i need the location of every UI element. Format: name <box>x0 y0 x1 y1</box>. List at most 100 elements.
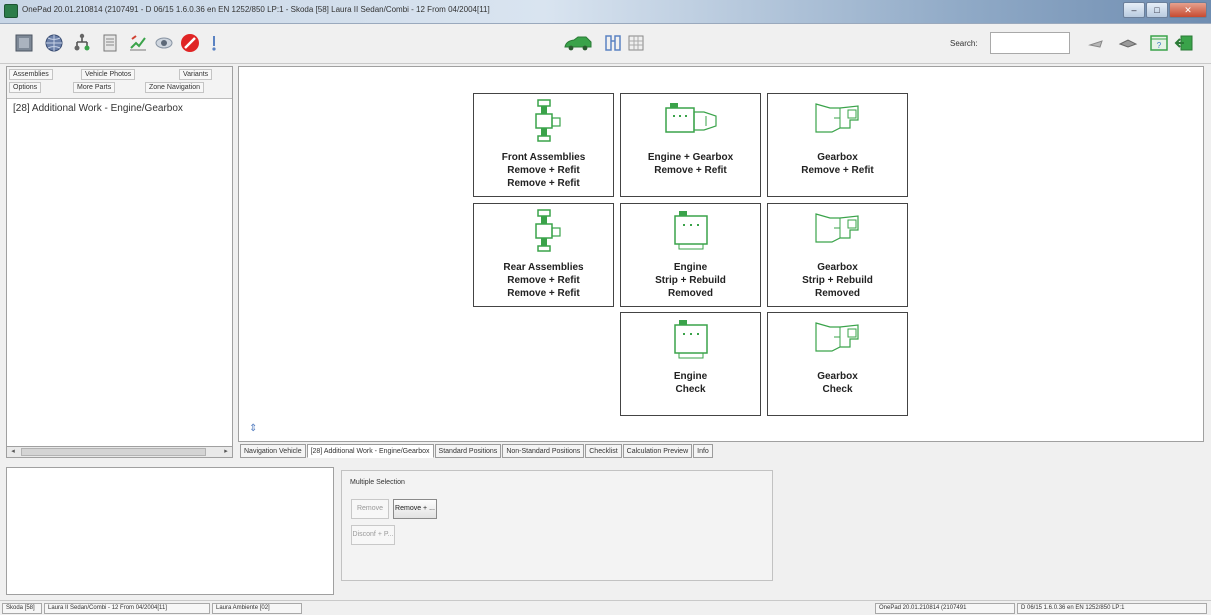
tile-label-line: Remove + Refit <box>507 178 580 189</box>
multiple-selection-label: Multiple Selection <box>350 479 405 486</box>
bottom-tab[interactable]: Standard Positions <box>434 444 502 458</box>
close-button[interactable]: ✕ <box>1169 2 1207 18</box>
tab-more-parts[interactable]: More Parts <box>73 82 116 93</box>
tile-label-line: Remove + Refit <box>507 275 580 286</box>
tile-label-line: Remove + Refit <box>507 165 580 176</box>
bottom-tab[interactable]: Non-Standard Positions <box>502 444 585 458</box>
tab-variants[interactable]: Variants <box>179 69 213 80</box>
tile-label-line: Check <box>675 384 706 395</box>
minimize-button[interactable]: – <box>1123 2 1145 18</box>
tile-label-line: Remove + Refit <box>801 165 874 176</box>
tile-label: Engine + Gearbox Remove + Refit <box>648 151 733 177</box>
tab-zone-navigation[interactable]: Zone Navigation <box>145 82 204 93</box>
tile-label-line: Strip + Rebuild <box>655 275 726 286</box>
tile-front-assemblies[interactable]: Front Assemblies Remove + Refit Remove + R… <box>473 93 614 197</box>
pen-icon[interactable] <box>1087 33 1107 53</box>
status-bar: Skoda [58] Laura II Sedan/Combi - 12 Fro… <box>0 600 1211 615</box>
left-panel-scrollbar[interactable]: ◂ ▸ <box>6 446 233 458</box>
eye-icon[interactable] <box>154 33 174 53</box>
bottom-tab[interactable]: Navigation Vehicle <box>240 444 306 458</box>
left-panel-tabs: Assemblies Vehicle Photos Variants Optio… <box>7 67 232 99</box>
tile-label-line: Gearbox <box>817 371 858 382</box>
engine-gearbox-icon <box>661 94 721 147</box>
status-version: OnePad 20.01.210814 (2107491 <box>875 603 1015 614</box>
svg-text:?: ? <box>1157 41 1162 50</box>
tile-engine-gearbox[interactable]: Engine + Gearbox Remove + Refit <box>620 93 761 197</box>
tile-label-line: Check <box>822 384 853 395</box>
assembly-icon <box>514 204 574 257</box>
window-controls: – □ ✕ <box>1123 2 1207 18</box>
tile-label-line: Engine <box>673 262 708 273</box>
toolbar: Search: ? <box>0 24 1211 64</box>
resize-handle-icon[interactable]: ⇕ <box>249 423 261 435</box>
tile-label-line: Gearbox <box>817 262 858 273</box>
multiple-selection-panel: Multiple Selection Remove Remove + ... D… <box>341 470 773 581</box>
tab-assemblies[interactable]: Assemblies <box>9 69 53 80</box>
remove-button[interactable]: Remove <box>351 499 389 519</box>
no-entry-icon[interactable] <box>180 33 200 53</box>
tile-gearbox-check[interactable]: Gearbox Check <box>767 312 908 416</box>
maximize-button[interactable]: □ <box>1146 2 1168 18</box>
tile-gearbox-strip[interactable]: Gearbox Strip + Rebuild Removed <box>767 203 908 307</box>
engine-icon <box>661 313 721 366</box>
bottom-tab[interactable]: Checklist <box>585 444 622 458</box>
table-icon[interactable] <box>626 33 646 53</box>
status-model: Laura II Sedan/Combi - 12 From 04/2004[1… <box>44 603 210 614</box>
bottom-tab[interactable]: Info <box>693 444 713 458</box>
gearbox-icon <box>808 204 868 257</box>
tile-label-line: Engine + Gearbox <box>647 152 734 163</box>
left-navigation-panel: Assemblies Vehicle Photos Variants Optio… <box>6 66 233 458</box>
tile-engine-strip[interactable]: Engine Strip + Rebuild Removed <box>620 203 761 307</box>
tile-label-line: Gearbox <box>817 152 858 163</box>
help-window-icon[interactable]: ? <box>1149 33 1169 53</box>
tile-label-line: Remove + Refit <box>507 288 580 299</box>
main-canvas: ⇕ Front Assemblies Remove + Refit Remove +… <box>238 66 1204 442</box>
search-label: Search: <box>950 39 978 48</box>
tree-icon[interactable] <box>72 33 92 53</box>
status-trim: Laura Ambiente [02] <box>212 603 302 614</box>
tile-label-line: Front Assemblies <box>501 152 586 163</box>
hat-icon[interactable] <box>1118 33 1138 53</box>
tile-label-line: Removed <box>667 288 713 299</box>
tile-label-line: Removed <box>814 288 860 299</box>
globe-icon[interactable] <box>44 33 64 53</box>
bottom-tabs: Navigation Vehicle [28] Additional Work -… <box>240 444 713 458</box>
bottom-tab[interactable]: Calculation Preview <box>622 444 693 458</box>
scroll-left-arrow[interactable]: ◂ <box>7 447 19 457</box>
exit-icon[interactable] <box>1174 33 1194 53</box>
title-bar: OnePad 20.01.210814 (2107491 - D 06/15 1… <box>0 0 1211 24</box>
tile-engine-check[interactable]: Engine Check <box>620 312 761 416</box>
document-icon[interactable] <box>100 33 120 53</box>
remove-plus-button[interactable]: Remove + ... <box>393 499 437 519</box>
car-icon[interactable] <box>563 33 593 53</box>
binoculars-icon[interactable] <box>603 33 623 53</box>
engine-icon <box>661 204 721 257</box>
tile-rear-assemblies[interactable]: Rear Assemblies Remove + Refit Remove + Re… <box>473 203 614 307</box>
tile-label: Gearbox Remove + Refit <box>801 151 874 177</box>
disconf-button[interactable]: Disconf + P... <box>351 525 395 545</box>
tile-label: Gearbox Strip + Rebuild Removed <box>802 261 873 300</box>
window-title: OnePad 20.01.210814 (2107491 - D 06/15 1… <box>22 5 490 14</box>
scroll-thumb[interactable] <box>21 448 206 456</box>
tile-gearbox[interactable]: Gearbox Remove + Refit <box>767 93 908 197</box>
bottom-right-area <box>780 467 1204 595</box>
edit-chart-icon[interactable] <box>128 33 148 53</box>
tile-label: Engine Strip + Rebuild Removed <box>655 261 726 300</box>
tile-label: Rear Assemblies Remove + Refit Remove + Re… <box>503 261 583 300</box>
scroll-right-arrow[interactable]: ▸ <box>220 447 232 457</box>
tile-label: Front Assemblies Remove + Refit Remove + R… <box>502 151 586 190</box>
search-input[interactable] <box>990 32 1070 54</box>
tile-label-line: Rear Assemblies <box>503 262 584 273</box>
details-panel <box>6 467 334 595</box>
grid-icon[interactable] <box>14 33 34 53</box>
tab-vehicle-photos[interactable]: Vehicle Photos <box>81 69 136 80</box>
tree-item[interactable]: [28] Additional Work - Engine/Gearbox <box>7 99 232 118</box>
assembly-icon <box>514 94 574 147</box>
bottom-tab[interactable]: [28] Additional Work - Engine/Gearbox <box>306 444 434 458</box>
tile-label: Engine Check <box>674 370 707 396</box>
gearbox-icon <box>808 94 868 147</box>
info-icon[interactable] <box>204 33 224 53</box>
tile-label-line: Engine <box>673 371 708 382</box>
app-icon <box>4 4 18 18</box>
tab-options[interactable]: Options <box>9 82 42 93</box>
